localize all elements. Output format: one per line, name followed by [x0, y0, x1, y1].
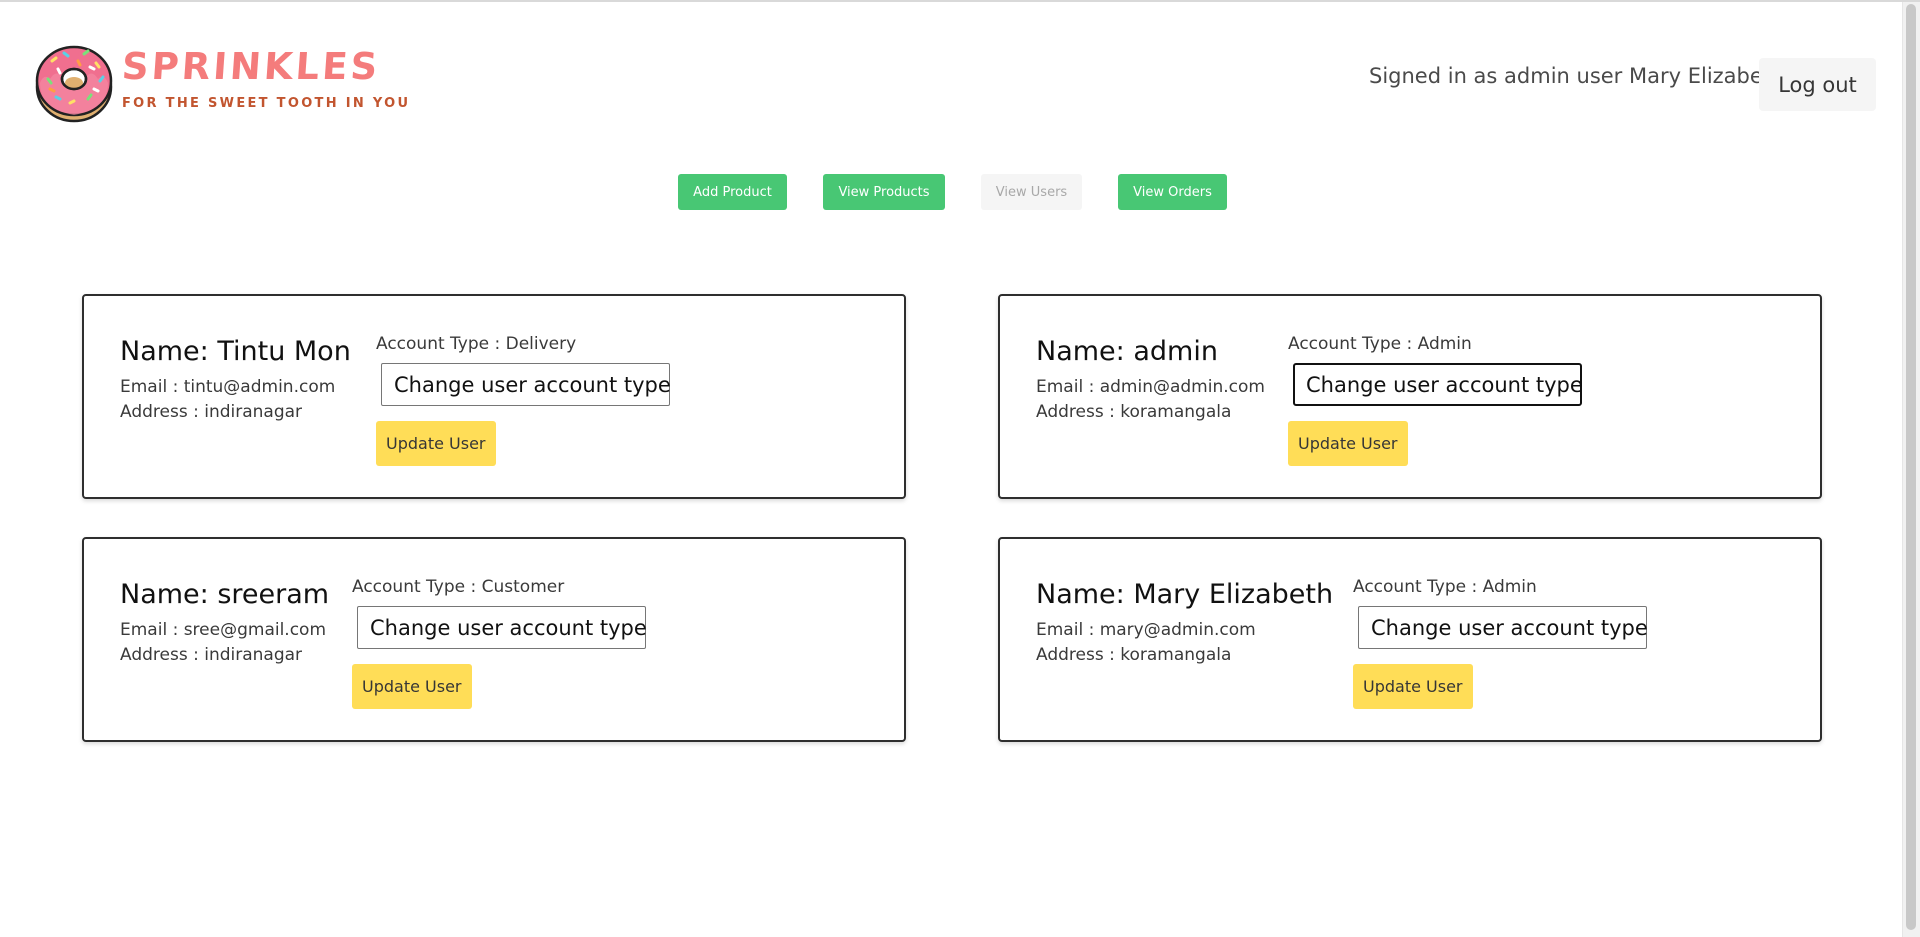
- user-email: Email : sree@gmail.com: [120, 620, 327, 640]
- user-address: Address : koramangala: [1036, 402, 1232, 422]
- select-value: Change user account type: [1306, 372, 1583, 397]
- user-email: Email : admin@admin.com: [1036, 377, 1265, 397]
- account-type-select[interactable]: Change user account type: [1358, 606, 1648, 649]
- account-type: Account Type : Customer: [352, 577, 565, 597]
- user-card: Name: Tintu Mon Email : tintu@admin.com …: [82, 294, 906, 499]
- user-name: Name: Mary Elizabeth: [1036, 579, 1334, 610]
- logout-button[interactable]: Log out: [1759, 58, 1876, 111]
- update-user-button[interactable]: Update User: [352, 664, 472, 709]
- account-type: Account Type : Admin: [1353, 577, 1537, 597]
- update-user-button[interactable]: Update User: [1353, 664, 1473, 709]
- select-value: Change user account type: [394, 372, 671, 397]
- select-value: Change user account type: [1371, 615, 1648, 640]
- user-card: Name: admin Email : admin@admin.com Addr…: [998, 294, 1822, 499]
- account-type: Account Type : Delivery: [376, 334, 577, 354]
- signed-in-status: Signed in as admin user Mary Elizabeth: [1369, 64, 1785, 88]
- page: SPRINKLES FOR THE SWEET TOOTH IN YOU Sig…: [0, 0, 1920, 937]
- scrollbar-thumb[interactable]: [1906, 4, 1916, 930]
- user-address: Address : indiranagar: [120, 645, 303, 665]
- vertical-scrollbar[interactable]: [1902, 2, 1920, 937]
- donut-logo-icon: [35, 45, 113, 123]
- account-type-select[interactable]: Change user account type: [381, 363, 671, 406]
- user-address: Address : koramangala: [1036, 645, 1232, 665]
- user-card: Name: sreeram Email : sree@gmail.com Add…: [82, 537, 906, 742]
- brand-tagline: FOR THE SWEET TOOTH IN YOU: [122, 96, 411, 111]
- user-address: Address : indiranagar: [120, 402, 303, 422]
- update-user-button[interactable]: Update User: [1288, 421, 1408, 466]
- account-type-select[interactable]: Change user account type: [1293, 363, 1583, 406]
- brand[interactable]: SPRINKLES FOR THE SWEET TOOTH IN YOU: [34, 39, 410, 123]
- account-type: Account Type : Admin: [1288, 334, 1472, 354]
- user-name: Name: admin: [1036, 336, 1218, 367]
- select-value: Change user account type: [370, 615, 647, 640]
- user-name: Name: sreeram: [120, 579, 330, 610]
- account-type-select[interactable]: Change user account type: [357, 606, 647, 649]
- view-users-button[interactable]: View Users: [981, 174, 1082, 210]
- view-orders-button[interactable]: View Orders: [1118, 174, 1227, 210]
- user-card: Name: Mary Elizabeth Email : mary@admin.…: [998, 537, 1822, 742]
- add-product-button[interactable]: Add Product: [678, 174, 787, 210]
- user-email: Email : tintu@admin.com: [120, 377, 336, 397]
- user-email: Email : mary@admin.com: [1036, 620, 1256, 640]
- update-user-button[interactable]: Update User: [376, 421, 496, 466]
- user-name: Name: Tintu Mon: [120, 336, 351, 367]
- view-products-button[interactable]: View Products: [823, 174, 945, 210]
- brand-name: SPRINKLES: [120, 45, 382, 88]
